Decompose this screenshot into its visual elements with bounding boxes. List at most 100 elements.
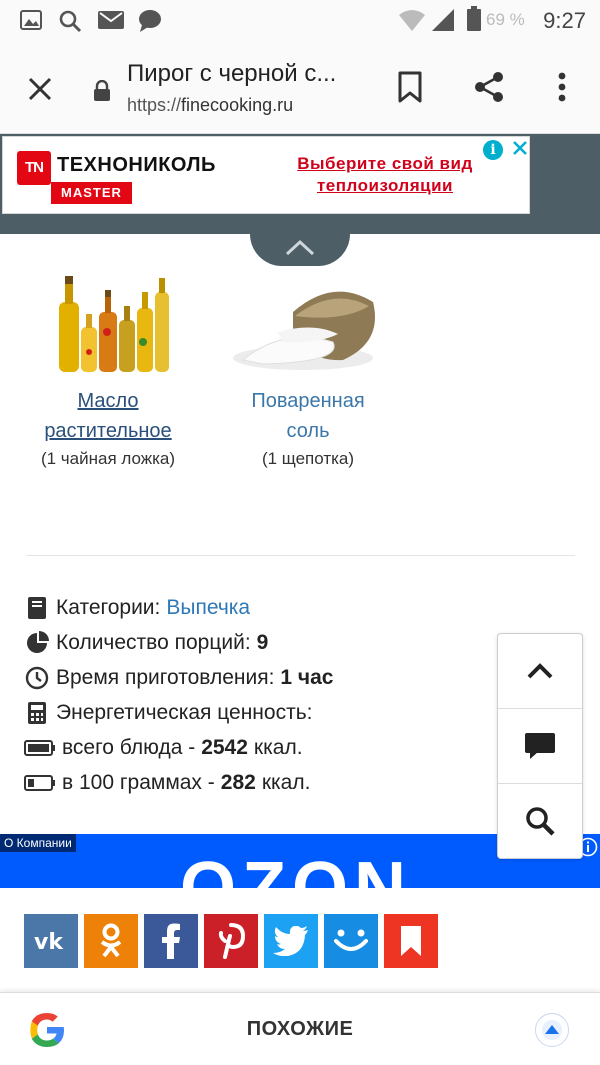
servings-value: 9 (256, 630, 269, 654)
total-calories-row: всего блюда - 2542 ккал. (24, 730, 334, 765)
energy-row: Энергетическая ценность: (24, 695, 334, 730)
wifi-icon (399, 10, 425, 31)
scroll-top-button[interactable] (498, 634, 582, 708)
pie-chart-icon (27, 630, 49, 653)
bookmark-icon (401, 926, 421, 956)
ozon-about-label[interactable]: О Компании (0, 834, 76, 852)
ingredient-item: Масло растительное (1 чайная ложка) (8, 272, 208, 469)
related-pages-label[interactable]: ПОХОЖИЕ (0, 1018, 600, 1041)
expand-button[interactable] (535, 1013, 569, 1047)
top-ad-banner: TN ТЕХНОНИКОЛЬ MASTER Выберите свой вид … (0, 134, 600, 234)
per100-calories-label: в 100 граммах - (62, 770, 215, 794)
ozon-logo: OZON (180, 848, 412, 888)
calories-unit: ккал. (253, 735, 303, 759)
share-icon[interactable] (472, 70, 506, 104)
url-scheme: https:// (127, 95, 182, 115)
close-icon[interactable] (24, 73, 56, 105)
vk-icon: vk (34, 930, 64, 952)
per100-calories-value: 282 (220, 770, 256, 794)
comment-icon (525, 733, 555, 759)
share-bookmark-button[interactable] (384, 914, 438, 968)
per100-calories-row: в 100 граммах - 282 ккал. (24, 765, 334, 800)
ad-logo: TN (17, 151, 51, 185)
odnoklassniki-icon (100, 923, 122, 958)
battery-low-icon (24, 774, 55, 791)
status-bar: 69 % 9:27 (0, 0, 600, 42)
more-options-icon[interactable] (548, 70, 576, 104)
share-twitter-button[interactable] (264, 914, 318, 968)
lock-icon (94, 80, 110, 101)
book-icon (28, 596, 46, 619)
share-moimir-button[interactable] (324, 914, 378, 968)
battery-full-icon (24, 739, 55, 756)
cook-time-value: 1 час (280, 665, 334, 689)
battery-icon (467, 6, 481, 31)
category-row: Категории: Выпечка (24, 590, 334, 625)
category-label: Категории: (56, 595, 161, 619)
energy-label: Энергетическая ценность: (56, 700, 313, 724)
total-calories-label: всего блюда - (62, 735, 196, 759)
gallery-icon (20, 10, 42, 30)
page-url: https://finecooking.ru (127, 95, 293, 116)
chevron-up-icon (285, 239, 315, 256)
ingredient-quantity: (1 щепотка) (261, 449, 355, 468)
collapse-ad-button[interactable] (250, 234, 350, 266)
ad-cta-line2: теплоизоляции (316, 176, 454, 195)
ingredient-name-line2: соль (286, 420, 330, 442)
salt-bowl-image[interactable] (223, 272, 393, 380)
total-calories-value: 2542 (201, 735, 248, 759)
servings-label: Количество порций: (56, 630, 251, 654)
ingredient-name-line1: Поваренная (251, 390, 365, 412)
floating-actions (497, 633, 583, 859)
custom-tab-toolbar: Пирог с черной с... https://finecooking.… (0, 42, 600, 134)
ad-brand: ТЕХНОНИКОЛЬ (57, 154, 216, 176)
ingredient-link[interactable]: Масло растительное (8, 386, 208, 446)
page-title: Пирог с черной с... (127, 60, 337, 87)
url-host: finecooking.ru (181, 95, 294, 115)
oil-bottles-image[interactable] (23, 272, 193, 380)
share-facebook-button[interactable] (144, 914, 198, 968)
divider (26, 555, 575, 556)
moimir-icon (334, 929, 368, 951)
share-pinterest-button[interactable] (204, 914, 258, 968)
share-vk-button[interactable]: vk (24, 914, 78, 968)
calculator-icon (28, 701, 46, 724)
battery-level: 69 % (486, 10, 525, 29)
svg-text:vk: vk (34, 930, 64, 952)
cook-time-label: Время приготовления: (56, 665, 275, 689)
ad-cta[interactable]: Выберите свой вид теплоизоляции (265, 153, 505, 197)
ingredient-quantity: (1 чайная ложка) (40, 449, 176, 468)
clock-icon (25, 666, 49, 689)
comments-button[interactable] (498, 709, 582, 783)
ingredient-name-line1: Масло (77, 390, 139, 412)
ingredient-name-line2: растительное (44, 420, 172, 442)
ad-cta-line1: Выберите свой вид (297, 154, 473, 173)
ingredient-link[interactable]: Поваренная соль (208, 386, 408, 446)
share-ok-button[interactable] (84, 914, 138, 968)
search-button[interactable] (498, 784, 582, 858)
triangle-up-icon (542, 1020, 562, 1040)
pinterest-icon (218, 923, 245, 959)
chat-icon (139, 10, 161, 32)
facebook-icon (162, 923, 180, 959)
clock: 9:27 (543, 8, 586, 33)
cook-time-row: Время приготовления: 1 час (24, 660, 334, 695)
calories-unit: ккал. (261, 770, 311, 794)
ad-close-icon[interactable] (511, 139, 529, 157)
ad-badge: MASTER (51, 182, 132, 204)
recipe-info: Категории: Выпечка Количество порций: 9 … (24, 590, 334, 800)
ad-creative[interactable]: TN ТЕХНОНИКОЛЬ MASTER Выберите свой вид … (2, 136, 530, 214)
search-icon (59, 10, 82, 33)
chevron-up-icon (527, 663, 553, 679)
servings-row: Количество порций: 9 (24, 625, 334, 660)
search-icon (526, 807, 555, 836)
mail-icon (98, 11, 124, 29)
signal-icon (432, 9, 454, 31)
share-bar: vk (0, 888, 600, 992)
bookmark-icon[interactable] (396, 70, 424, 104)
google-related-bar[interactable]: ПОХОЖИЕ (0, 992, 600, 1065)
category-link[interactable]: Выпечка (166, 596, 250, 620)
twitter-icon (273, 926, 308, 956)
ingredient-item: Поваренная соль (1 щепотка) (208, 272, 408, 469)
ad-info-icon[interactable]: i (483, 140, 503, 160)
